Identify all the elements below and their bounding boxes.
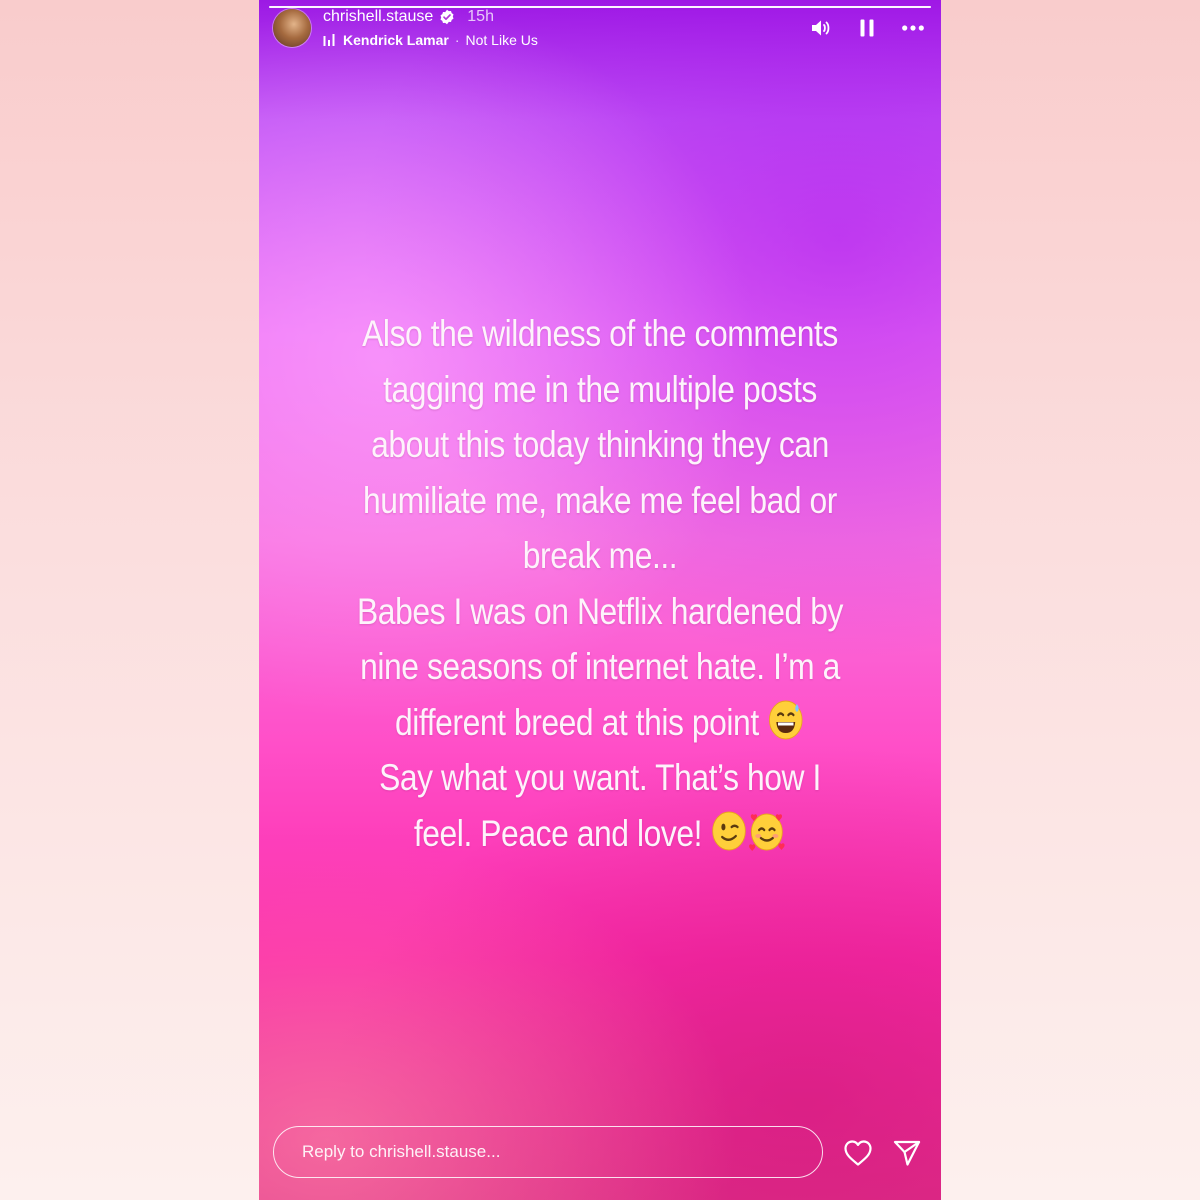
music-separator: · <box>454 32 460 48</box>
music-attribution[interactable]: Kendrick Lamar · Not Like Us <box>323 32 538 48</box>
caption-line-with-emoji: different breed at this point <box>327 695 872 751</box>
winking-face-emoji <box>712 811 747 850</box>
story-footer <box>259 1116 941 1200</box>
user-line: chrishell.stause 15h <box>323 8 494 26</box>
music-song: Not Like Us <box>465 32 538 48</box>
caption-line-text: feel. Peace and love! <box>413 812 703 854</box>
grinning-face-with-sweat-emoji <box>769 700 803 739</box>
caption-line: nine seasons of internet hate. I’m a <box>360 646 840 687</box>
post-time: 15h <box>467 8 494 25</box>
caption-line: about this today thinking they can <box>371 424 829 465</box>
story-viewer[interactable]: chrishell.stause 15h Kendrick Lamar · No… <box>259 0 941 1200</box>
smiling-face-with-hearts-emoji <box>749 813 785 851</box>
caption-line: break me... <box>522 535 678 576</box>
caption-line: Say what you want. That’s how I <box>379 757 821 798</box>
username[interactable]: chrishell.stause <box>323 8 433 26</box>
caption-line-text: different breed at this point <box>394 701 759 743</box>
send-icon[interactable] <box>892 1138 922 1168</box>
heart-icon[interactable] <box>843 1138 873 1168</box>
avatar[interactable] <box>273 9 311 47</box>
reply-input[interactable] <box>300 1141 822 1163</box>
more-options-icon[interactable] <box>901 16 925 40</box>
caption-line: Babes I was on Netflix hardened by <box>357 590 843 632</box>
verified-badge-icon <box>439 9 455 25</box>
music-bars-icon <box>323 34 335 46</box>
pause-icon[interactable] <box>855 16 879 40</box>
caption-line: Also the wildness of the comments <box>362 313 838 354</box>
caption-line: tagging me in the multiple posts <box>383 368 817 410</box>
story-header: chrishell.stause 15h Kendrick Lamar · No… <box>259 0 941 60</box>
music-artist: Kendrick Lamar <box>343 32 449 48</box>
reply-box[interactable] <box>273 1126 823 1178</box>
speaker-icon[interactable] <box>809 16 833 40</box>
caption-line: humiliate me, make me feel bad or <box>363 479 837 521</box>
story-caption: Also the wildness of the comments taggin… <box>327 306 872 861</box>
story-controls <box>809 16 925 40</box>
caption-line-with-emoji: feel. Peace and love! <box>327 806 872 862</box>
